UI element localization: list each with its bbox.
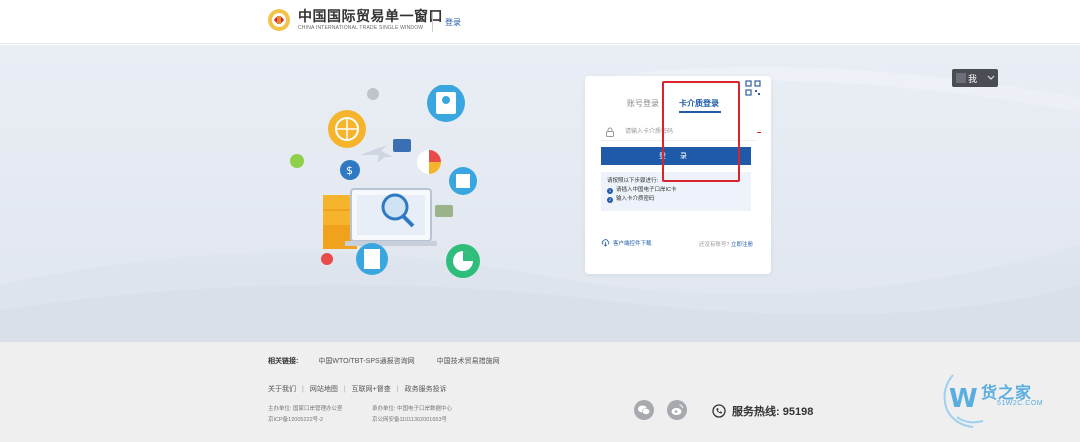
footer-nav-about[interactable]: 关于我们 [268, 384, 296, 394]
watermark-text-en: 51W2C.COM [997, 400, 1044, 407]
register-area: 还没有账号? 立即注册 [699, 240, 753, 248]
login-button[interactable]: 登 录 [601, 147, 751, 165]
footer-nav: 关于我们 | 网站地图 | 互联网+督查 | 政务服务投诉 [268, 384, 447, 394]
site-brand[interactable]: 中国国际贸易单一窗口 CHINA INTERNATIONAL TRADE SIN… [266, 7, 443, 33]
brand-title-cn: 中国国际贸易单一窗口 [298, 7, 443, 24]
nav-separator: | [343, 385, 346, 393]
toolbar-widget[interactable]: 我 [952, 69, 998, 87]
login-card: 账号登录 卡介质登录 登 录 请按照以下步骤进行: 1 请插入中国电子口岸IC卡 [585, 76, 771, 274]
hotline-text: 服务热线: 95198 [732, 406, 814, 418]
active-tab-indicator [679, 111, 721, 113]
svg-text:我: 我 [968, 74, 977, 85]
icp-line: 京ICP备12005222号-2 [268, 417, 324, 423]
tab-card-medium-login[interactable]: 卡介质登录 [679, 98, 719, 109]
svg-text:W: W [949, 384, 978, 414]
phone-icon [712, 404, 726, 418]
organizer-info: 主办单位: 国家口岸管理办公室 京ICP备12005222号-2 [268, 404, 343, 426]
link-trade-measures[interactable]: 中国技术贸易措施网 [437, 356, 500, 366]
step-text-1: 请插入中国电子口岸IC卡 [616, 187, 677, 193]
steps-title: 请按照以下步骤进行: [607, 178, 659, 184]
client-download[interactable]: 客户端控件下载 [601, 238, 652, 247]
tab-account-login[interactable]: 账号登录 [627, 98, 659, 109]
footer-nav-sitemap[interactable]: 网站地图 [310, 384, 338, 394]
organizer-line: 主办单位: 国家口岸管理办公室 [268, 406, 343, 412]
lock-icon [606, 127, 614, 137]
link-wto-tbt-sps[interactable]: 中国WTO/TBT-SPS通报咨询网 [318, 356, 414, 366]
site-watermark: W 货之家 51W2C.COM [935, 365, 1075, 435]
step-number-1: 1 [607, 187, 613, 194]
footer-nav-supervision[interactable]: 互联网+督查 [352, 384, 391, 394]
step-item: 2 输入卡介质密码 [607, 195, 745, 204]
nav-separator: | [396, 385, 399, 393]
password-field-row [601, 125, 761, 141]
hero-banner: $ 账号登录 卡介质登录 登 录 请按照以下步骤进行: 1 请插入中国电子口岸I… [0, 45, 1080, 342]
svg-text:$: $ [346, 164, 353, 177]
header-divider [432, 12, 433, 32]
related-links: 相关链接: 中国WTO/TBT-SPS通报咨询网 中国技术贸易措施网 [268, 356, 522, 366]
step-number-2: 2 [607, 196, 613, 203]
register-link[interactable]: 立即注册 [731, 242, 753, 248]
police-record-line: 京公网安备11011302001653号 [372, 417, 448, 423]
cloud-download-icon [601, 239, 610, 247]
qr-code-icon[interactable] [745, 80, 761, 96]
page-footer: 相关链接: 中国WTO/TBT-SPS通报咨询网 中国技术贸易措施网 关于我们 … [0, 342, 1080, 442]
widget-icon: 我 [956, 73, 995, 85]
download-client-link[interactable]: 客户端控件下载 [613, 239, 652, 247]
required-mark [757, 132, 761, 133]
single-window-logo-icon [266, 7, 292, 33]
service-hotline: 服务热线: 95198 [712, 403, 813, 419]
undertaker-line: 承办单位: 中国电子口岸数据中心 [372, 406, 453, 412]
step-text-2: 输入卡介质密码 [616, 196, 655, 202]
card-password-input[interactable] [625, 125, 745, 139]
step-item: 1 请插入中国电子口岸IC卡 [607, 186, 745, 195]
login-steps-box: 请按照以下步骤进行: 1 请插入中国电子口岸IC卡 2 输入卡介质密码 [601, 172, 751, 211]
trade-illustration: $ [290, 85, 480, 278]
hero-wave-decoration [0, 66, 1080, 342]
brand-title-en: CHINA INTERNATIONAL TRADE SINGLE WINDOW [298, 24, 424, 31]
weibo-icon[interactable] [667, 400, 687, 420]
top-header: 中国国际贸易单一窗口 CHINA INTERNATIONAL TRADE SIN… [0, 0, 1080, 44]
nav-separator: | [302, 385, 304, 393]
undertaker-info: 承办单位: 中国电子口岸数据中心 京公网安备11011302001653号 [372, 404, 452, 426]
wechat-icon[interactable] [634, 400, 654, 420]
footer-nav-complaint[interactable]: 政务服务投诉 [405, 384, 447, 394]
related-links-label: 相关链接: [268, 358, 299, 365]
register-prompt: 还没有账号? [698, 242, 730, 248]
header-login-link[interactable]: 登录 [445, 17, 461, 28]
